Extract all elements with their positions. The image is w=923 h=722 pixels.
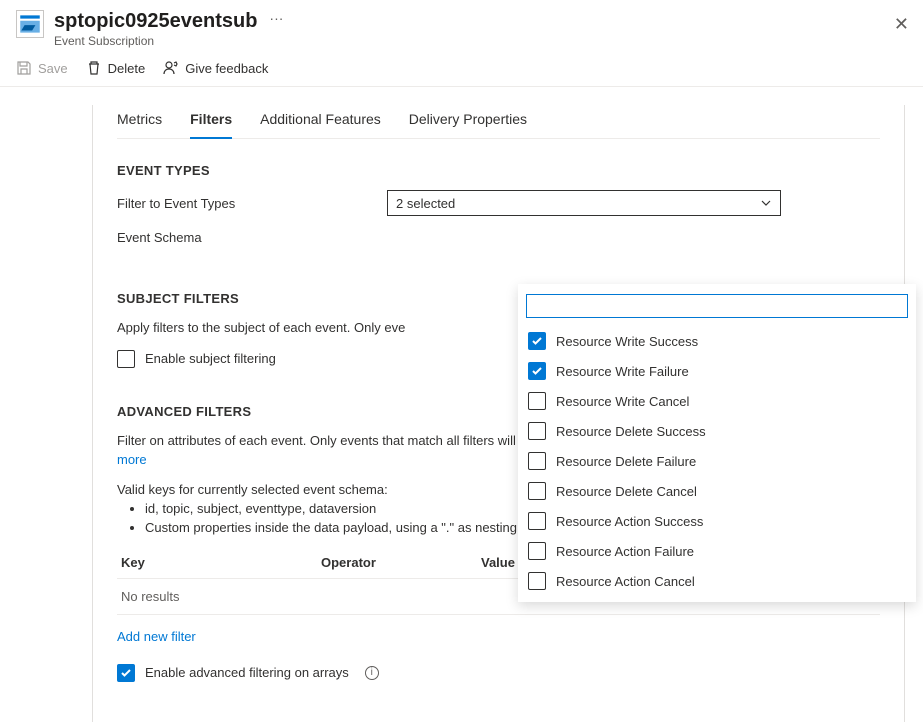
dropdown-search-input[interactable] xyxy=(526,294,908,318)
tab-metrics[interactable]: Metrics xyxy=(117,105,162,138)
event-types-heading: EVENT TYPES xyxy=(117,163,880,178)
col-operator: Operator xyxy=(317,547,477,579)
dropdown-option[interactable]: Resource Write Cancel xyxy=(518,386,916,416)
page-header: sptopic0925eventsub Event Subscription ·… xyxy=(0,0,923,54)
page-subtitle: Event Subscription xyxy=(54,34,257,48)
dropdown-selected-text: 2 selected xyxy=(396,196,455,211)
toolbar: Save Delete Give feedback xyxy=(0,54,923,87)
delete-button[interactable]: Delete xyxy=(86,60,146,76)
chevron-down-icon xyxy=(760,197,772,209)
close-button[interactable]: ✕ xyxy=(894,14,909,35)
dropdown-option[interactable]: Resource Write Failure xyxy=(518,356,916,386)
option-checkbox[interactable] xyxy=(528,332,546,350)
dropdown-option[interactable]: Resource Delete Success xyxy=(518,416,916,446)
tab-delivery[interactable]: Delivery Properties xyxy=(409,105,527,138)
option-label: Resource Action Cancel xyxy=(556,574,695,589)
page-title: sptopic0925eventsub xyxy=(54,10,257,33)
option-label: Resource Delete Failure xyxy=(556,454,696,469)
delete-label: Delete xyxy=(108,61,146,76)
dropdown-option[interactable]: Resource Delete Failure xyxy=(518,446,916,476)
option-label: Resource Action Success xyxy=(556,514,703,529)
option-label: Resource Delete Success xyxy=(556,424,706,439)
dropdown-option[interactable]: Resource Action Success xyxy=(518,506,916,536)
tab-bar: Metrics Filters Additional Features Deli… xyxy=(117,105,880,139)
filter-event-types-label: Filter to Event Types xyxy=(117,196,387,211)
option-checkbox[interactable] xyxy=(528,422,546,440)
dropdown-option[interactable]: Resource Write Success xyxy=(518,326,916,356)
col-key: Key xyxy=(117,547,317,579)
option-checkbox[interactable] xyxy=(528,512,546,530)
option-label: Resource Write Cancel xyxy=(556,394,689,409)
add-filter-link[interactable]: Add new filter xyxy=(117,629,196,644)
header-text-block: sptopic0925eventsub Event Subscription xyxy=(54,10,257,48)
resource-icon xyxy=(16,10,44,38)
option-label: Resource Write Failure xyxy=(556,364,689,379)
event-types-dropdown-panel: Resource Write Success Resource Write Fai… xyxy=(518,284,916,602)
option-checkbox[interactable] xyxy=(528,572,546,590)
option-checkbox[interactable] xyxy=(528,392,546,410)
feedback-label: Give feedback xyxy=(185,61,268,76)
delete-icon xyxy=(86,60,102,76)
tab-filters[interactable]: Filters xyxy=(190,105,232,139)
more-menu[interactable]: ··· xyxy=(269,10,283,26)
option-checkbox[interactable] xyxy=(528,482,546,500)
dropdown-option[interactable]: Resource Action Cancel xyxy=(518,566,916,596)
option-checkbox[interactable] xyxy=(528,452,546,470)
option-label: Resource Delete Cancel xyxy=(556,484,697,499)
enable-subject-filter-checkbox[interactable] xyxy=(117,350,135,368)
info-icon[interactable]: i xyxy=(365,666,379,680)
option-label: Resource Action Failure xyxy=(556,544,694,559)
feedback-button[interactable]: Give feedback xyxy=(163,60,268,76)
event-schema-label: Event Schema xyxy=(117,230,387,245)
dropdown-option[interactable]: Resource Action Failure xyxy=(518,536,916,566)
enable-array-filter-label: Enable advanced filtering on arrays xyxy=(145,665,349,680)
save-icon xyxy=(16,60,32,76)
event-types-dropdown[interactable]: 2 selected xyxy=(387,190,781,216)
enable-subject-filter-label: Enable subject filtering xyxy=(145,351,276,366)
save-button: Save xyxy=(16,60,68,76)
dropdown-option[interactable]: Resource Delete Cancel xyxy=(518,476,916,506)
option-checkbox[interactable] xyxy=(528,542,546,560)
tab-additional[interactable]: Additional Features xyxy=(260,105,381,138)
content-panel: Metrics Filters Additional Features Deli… xyxy=(92,105,905,722)
feedback-icon xyxy=(163,60,179,76)
option-checkbox[interactable] xyxy=(528,362,546,380)
save-label: Save xyxy=(38,61,68,76)
enable-array-filter-checkbox[interactable] xyxy=(117,664,135,682)
option-label: Resource Write Success xyxy=(556,334,698,349)
